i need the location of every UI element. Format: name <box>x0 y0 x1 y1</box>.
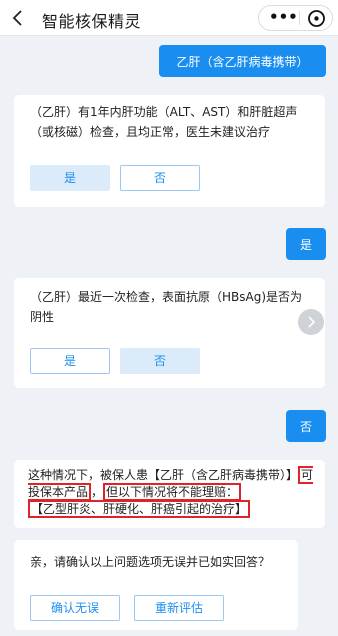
highlight-exclusion-intro: 但以下情况将不能理赔： <box>103 483 242 501</box>
result-comma: ， <box>91 485 104 499</box>
user-message-bubble: 乙肝（含乙肝病毒携带） <box>159 45 326 77</box>
no-button-label: 否 <box>153 171 166 185</box>
yes-button[interactable]: 是 <box>30 165 110 191</box>
yes-button-label: 是 <box>63 171 76 185</box>
bot-result-text: 这种情况下，被保人患【乙肝（含乙肝病毒携带）】 可投保本产品，但以下情况将不能理赔… <box>28 466 320 518</box>
bot-result-bubble: 这种情况下，被保人患【乙肝（含乙肝病毒携带）】 可投保本产品，但以下情况将不能理赔… <box>14 460 325 528</box>
nav-header: 智能核保精灵 ••• <box>0 0 338 36</box>
close-icon[interactable] <box>307 9 326 28</box>
back-arrow-icon[interactable] <box>9 9 27 27</box>
bot-confirm-bubble: 亲，请确认以上问题选项无误并已如实回答？ 确认无误 重新评估 <box>14 540 298 630</box>
mini-program-capsule: ••• <box>258 5 333 31</box>
user-message-bubble: 是 <box>286 228 326 260</box>
reassess-button-label: 重新评估 <box>154 601 203 615</box>
more-icon[interactable]: ••• <box>269 10 298 26</box>
page-title: 智能核保精灵 <box>42 12 142 31</box>
user-message-text: 是 <box>299 237 312 252</box>
no-button-label: 否 <box>153 354 166 368</box>
user-message-text: 乙肝（含乙肝病毒携带） <box>176 54 309 69</box>
confirm-button[interactable]: 确认无误 <box>30 595 120 621</box>
user-message-bubble: 否 <box>286 410 326 442</box>
bot-message-text: （乙肝）最近一次检查，表面抗原（HBsAg)是否为阴性 <box>30 290 303 324</box>
capsule-divider <box>299 11 300 25</box>
yes-button[interactable]: 是 <box>30 348 110 374</box>
yes-button-label: 是 <box>63 354 76 368</box>
scroll-arrow-button[interactable] <box>298 309 324 335</box>
bot-message-bubble: （乙肝）有1年内肝功能（ALT、AST）和肝脏超声（或核磁）检查，且均正常，医生… <box>14 95 325 207</box>
user-message-text: 否 <box>299 419 312 434</box>
no-button[interactable]: 否 <box>120 165 200 191</box>
highlight-exclusion-detail: 【乙型肝炎、肝硬化、肝癌引起的治疗】 <box>28 500 251 518</box>
chevron-right-icon <box>308 316 316 328</box>
confirm-button-label: 确认无误 <box>50 601 99 615</box>
no-button[interactable]: 否 <box>120 348 200 374</box>
bot-message-bubble: （乙肝）最近一次检查，表面抗原（HBsAg)是否为阴性 是 否 <box>14 278 325 388</box>
result-intro-text: 这种情况下，被保人患【乙肝（含乙肝病毒携带）】 <box>28 468 299 482</box>
reassess-button[interactable]: 重新评估 <box>134 595 224 621</box>
bot-confirm-text: 亲，请确认以上问题选项无误并已如实回答？ <box>30 555 271 569</box>
bot-message-text: （乙肝）有1年内肝功能（ALT、AST）和肝脏超声（或核磁）检查，且均正常，医生… <box>30 105 298 139</box>
